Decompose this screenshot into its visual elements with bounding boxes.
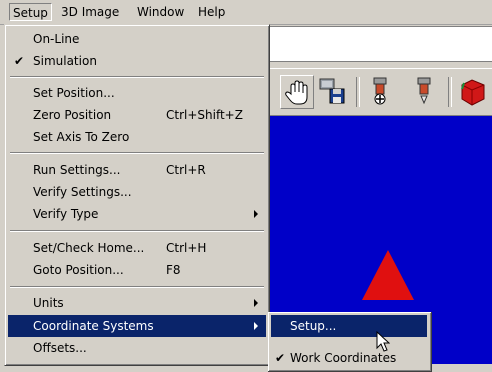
checkmark-icon: ✔ [14, 54, 25, 68]
menu-separator [10, 286, 264, 288]
menu-item-label: Units [33, 296, 64, 310]
menu-item-on-line[interactable]: On-Line [8, 28, 266, 50]
menu-item-shortcut: Ctrl+R [166, 163, 206, 177]
submenu-arrow-icon [254, 210, 258, 218]
coordinate-systems-submenu: Setup... ✔ Work Coordinates [268, 312, 432, 372]
tool-probe-icon[interactable] [364, 75, 398, 109]
menu-item-label: Set Position... [33, 86, 115, 100]
setup-menu: On-Line ✔ Simulation Set Position... Zer… [4, 24, 270, 366]
menu-item-zero-position[interactable]: Zero Position Ctrl+Shift+Z [8, 104, 266, 126]
hand-pan-icon[interactable] [280, 75, 314, 109]
menu-help[interactable]: Help [195, 3, 228, 21]
menu-item-label: Coordinate Systems [33, 319, 154, 333]
menu-item-shortcut: Ctrl+Shift+Z [166, 108, 243, 122]
submenu-arrow-icon [254, 299, 258, 307]
menu-separator [10, 230, 264, 232]
menu-item-label: On-Line [33, 32, 80, 46]
menu-setup[interactable]: Setup [9, 3, 52, 21]
menu-item-set-axis-to-zero[interactable]: Set Axis To Zero [8, 126, 266, 148]
menu-separator [10, 152, 264, 154]
menu-item-verify-type[interactable]: Verify Type [8, 203, 266, 225]
red-cube-icon[interactable] [456, 75, 490, 109]
menu-3d-image[interactable]: 3D Image [58, 3, 122, 21]
menu-item-units[interactable]: Units [8, 292, 266, 314]
menu-item-coordinate-systems[interactable]: Coordinate Systems [8, 315, 266, 337]
toolbar [268, 68, 492, 116]
menu-bar: Setup 3D Image Window Help [0, 0, 492, 25]
menu-item-shortcut: Ctrl+H [166, 241, 207, 255]
submenu-item-setup[interactable]: Setup... [271, 315, 427, 337]
menu-item-shortcut: F8 [166, 263, 181, 277]
menu-item-label: Offsets... [33, 341, 87, 355]
save-machine-icon[interactable] [316, 75, 350, 109]
toolbar-separator [356, 77, 360, 107]
menu-item-goto-position[interactable]: Goto Position... F8 [8, 259, 266, 281]
menu-item-offsets[interactable]: Offsets... [8, 337, 266, 359]
menu-item-run-settings[interactable]: Run Settings... Ctrl+R [8, 159, 266, 181]
menu-item-label: Goto Position... [33, 263, 124, 277]
menu-item-label: Zero Position [33, 108, 112, 122]
menu-item-set-check-home[interactable]: Set/Check Home... Ctrl+H [8, 237, 266, 259]
submenu-arrow-icon [254, 322, 258, 330]
menu-item-label: Verify Settings... [33, 185, 132, 199]
submenu-item-label: Setup... [290, 319, 337, 333]
submenu-item-work-coordinates[interactable]: ✔ Work Coordinates [271, 347, 427, 369]
menu-item-simulation[interactable]: ✔ Simulation [8, 50, 266, 72]
menu-item-label: Simulation [33, 54, 97, 68]
checkmark-icon: ✔ [275, 351, 286, 365]
menu-separator [10, 76, 264, 78]
menu-item-set-position[interactable]: Set Position... [8, 82, 266, 104]
position-marker [362, 250, 414, 300]
menu-window[interactable]: Window [134, 3, 187, 21]
menu-item-label: Verify Type [33, 207, 99, 221]
tool-home-icon[interactable] [408, 75, 442, 109]
menu-item-label: Set/Check Home... [33, 241, 145, 255]
menu-item-label: Run Settings... [33, 163, 121, 177]
menu-item-label: Set Axis To Zero [33, 130, 130, 144]
mouse-cursor-icon [376, 330, 391, 356]
toolbar-strip [268, 26, 492, 62]
toolbar-separator [448, 77, 452, 107]
menu-item-verify-settings[interactable]: Verify Settings... [8, 181, 266, 203]
